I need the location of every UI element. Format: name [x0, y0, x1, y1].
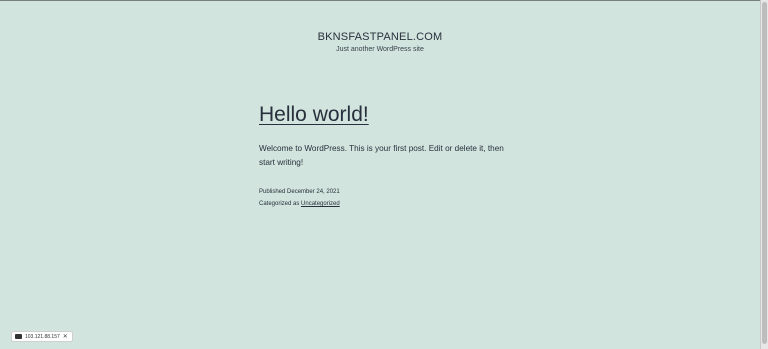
site-title-link[interactable]: BKNSFASTPANEL.COM — [0, 31, 760, 43]
close-icon[interactable]: ✕ — [63, 334, 68, 340]
vertical-scrollbar[interactable] — [760, 0, 768, 349]
post-category-line: Categorized as Uncategorized — [259, 201, 340, 207]
browser-page: BKNSFASTPANEL.COM Just another WordPress… — [0, 0, 768, 349]
site-tagline: Just another WordPress site — [336, 46, 424, 53]
window-top-border — [0, 0, 768, 1]
ip-address-text: 103.121.88.157 — [25, 333, 60, 340]
monitor-icon — [15, 334, 22, 339]
post-title-link[interactable]: Hello world! — [259, 103, 369, 127]
post-published-date: Published December 24, 2021 — [259, 189, 340, 195]
ip-address-badge: 103.121.88.157 ✕ — [11, 331, 73, 342]
scrollbar-thumb[interactable] — [762, 2, 767, 344]
category-link-uncategorized[interactable]: Uncategorized — [301, 201, 340, 207]
post-content: Welcome to WordPress. This is your first… — [259, 144, 504, 167]
post-category-prefix: Categorized as — [259, 201, 302, 207]
